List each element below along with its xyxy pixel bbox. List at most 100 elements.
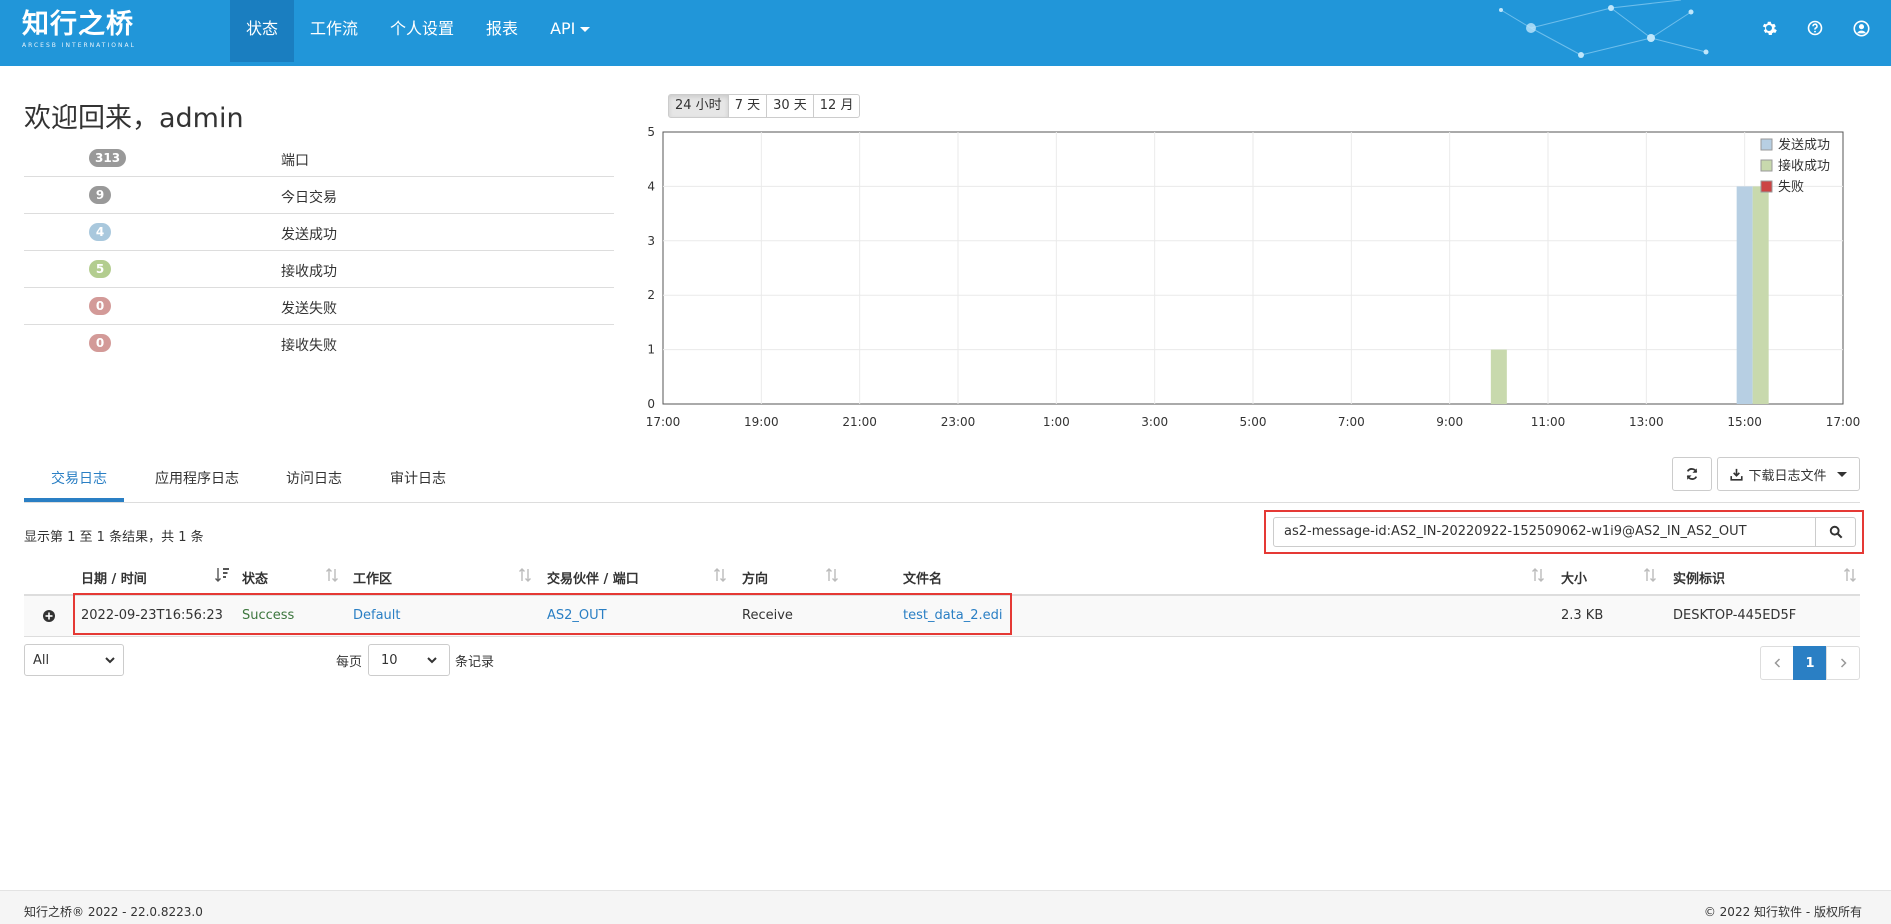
- search-highlight-box: as2-message-id:AS2_IN-20220922-152509062…: [1264, 510, 1864, 554]
- stat-label: 接收成功: [281, 264, 337, 280]
- stat-row-ports[interactable]: 313 端口: [24, 140, 614, 177]
- refresh-icon: [1686, 468, 1698, 480]
- nav-api[interactable]: API: [534, 0, 606, 62]
- status-filter-value: All: [33, 652, 50, 668]
- col-direction[interactable]: 方向: [742, 568, 768, 587]
- chart-x-tick-label: 7:00: [1338, 415, 1365, 429]
- sort-icon[interactable]: [1530, 566, 1546, 584]
- tab-audit-log[interactable]: 审计日志: [390, 468, 446, 488]
- chart-x-tick-label: 5:00: [1240, 415, 1267, 429]
- tab-access-log[interactable]: 访问日志: [286, 468, 342, 488]
- stats-list: 313 端口 9 今日交易 4 发送成功 5 接收成功 0 发送失败 0 接收失…: [24, 140, 614, 361]
- brand-name: 知行之桥: [22, 9, 134, 40]
- tab-transaction-log[interactable]: 交易日志: [51, 468, 107, 488]
- range-12m-button[interactable]: 12 月: [812, 94, 861, 118]
- gear-icon[interactable]: [1757, 16, 1781, 40]
- chart-bar: [1736, 186, 1753, 404]
- page-button[interactable]: 1: [1793, 646, 1827, 680]
- search-input[interactable]: as2-message-id:AS2_IN-20220922-152509062…: [1273, 517, 1816, 547]
- range-30d-button[interactable]: 30 天: [766, 94, 814, 118]
- nav-workflow[interactable]: 工作流: [294, 0, 374, 62]
- col-filename[interactable]: 文件名: [903, 568, 942, 587]
- nav-profile-label: 个人设置: [390, 19, 455, 38]
- range-24h-button[interactable]: 24 小时: [668, 94, 729, 118]
- expand-row-icon[interactable]: [42, 609, 56, 623]
- sort-icon[interactable]: [324, 566, 340, 584]
- stat-row-send-success[interactable]: 4 发送成功: [24, 214, 614, 251]
- chart-legend-swatch: [1760, 159, 1773, 172]
- chart-x-tick-label: 19:00: [744, 415, 779, 429]
- chart-x-tick-label: 11:00: [1531, 415, 1566, 429]
- tab-application-log[interactable]: 应用程序日志: [155, 468, 239, 488]
- stat-count-badge: 9: [89, 186, 111, 204]
- chart-y-tick-label: 2: [647, 288, 655, 302]
- table-row[interactable]: 2022-09-23T16:56:23 Success Default AS2_…: [24, 596, 1860, 637]
- sort-icon[interactable]: [517, 566, 533, 584]
- chart-x-tick-label: 21:00: [842, 415, 877, 429]
- caret-down-icon: [1836, 471, 1847, 477]
- stat-label: 发送失败: [281, 301, 337, 317]
- sort-icon[interactable]: [1642, 566, 1658, 584]
- cell-filename-link[interactable]: test_data_2.edi: [903, 608, 1003, 623]
- result-info: 显示第 1 至 1 条结果，共 1 条: [24, 530, 204, 545]
- per-page-select[interactable]: 10: [368, 644, 450, 676]
- stat-label: 端口: [281, 153, 309, 169]
- col-datetime[interactable]: 日期 / 时间: [81, 568, 147, 587]
- page-footer: 知行之桥® 2022 - 22.0.8223.0 © 2022 知行软件 - 版…: [0, 890, 1891, 924]
- download-log-button[interactable]: 下载日志文件: [1717, 457, 1860, 491]
- chart-y-tick-label: 0: [647, 397, 655, 411]
- table-header: 日期 / 时间 状态 工作区 交易伙伴 / 端口 方向 文件名 大小 实例标识: [24, 560, 1860, 596]
- chart-legend-label: 发送成功: [1778, 137, 1830, 153]
- search-button[interactable]: [1816, 517, 1856, 547]
- chart-y-tick-label: 3: [647, 234, 655, 248]
- col-status[interactable]: 状态: [242, 568, 268, 587]
- range-7d-button[interactable]: 7 天: [727, 94, 768, 118]
- pagination: 1: [1760, 646, 1860, 680]
- chevron-down-icon: [427, 656, 437, 663]
- chart-y-tick-label: 4: [647, 179, 655, 193]
- download-log-label: 下载日志文件: [1748, 468, 1827, 484]
- cell-datetime: 2022-09-23T16:56:23: [81, 608, 223, 623]
- per-page-suffix: 条记录: [455, 655, 495, 670]
- cell-partner-link[interactable]: AS2_OUT: [547, 608, 607, 623]
- brand-logo[interactable]: 知行之桥 ARCESB INTERNATIONAL: [22, 10, 136, 50]
- sort-desc-icon[interactable]: [214, 566, 230, 584]
- sort-icon[interactable]: [712, 566, 728, 584]
- refresh-button[interactable]: [1672, 457, 1712, 491]
- help-icon[interactable]: [1803, 16, 1827, 40]
- per-page-label: 每页: [336, 655, 363, 670]
- stat-row-receive-success[interactable]: 5 接收成功: [24, 251, 614, 288]
- stat-row-receive-failed[interactable]: 0 接收失败: [24, 325, 614, 361]
- nav-right-icons: [1757, 16, 1873, 40]
- col-partner-port[interactable]: 交易伙伴 / 端口: [547, 568, 639, 587]
- col-size[interactable]: 大小: [1561, 568, 1587, 587]
- chart-x-tick-label: 17:00: [1826, 415, 1860, 429]
- sort-icon[interactable]: [824, 566, 840, 584]
- sort-icon[interactable]: [1842, 566, 1858, 584]
- stat-count-badge: 5: [89, 260, 111, 278]
- chart-x-tick-label: 1:00: [1043, 415, 1070, 429]
- col-workspace[interactable]: 工作区: [353, 568, 392, 587]
- chart-bar: [1752, 186, 1769, 404]
- cell-size: 2.3 KB: [1561, 608, 1604, 623]
- nav-reports[interactable]: 报表: [470, 0, 534, 62]
- stat-label: 接收失败: [281, 338, 337, 354]
- col-instance-id[interactable]: 实例标识: [1673, 568, 1725, 587]
- next-page-button[interactable]: [1826, 646, 1860, 680]
- nav-status-label: 状态: [246, 19, 279, 38]
- chart-y-tick-label: 1: [647, 343, 655, 357]
- chart-y-tick-label: 5: [647, 125, 655, 139]
- stat-row-send-failed[interactable]: 0 发送失败: [24, 288, 614, 325]
- stat-row-today[interactable]: 9 今日交易: [24, 177, 614, 214]
- download-icon: [1730, 468, 1744, 481]
- user-icon[interactable]: [1849, 16, 1873, 40]
- cell-workspace-link[interactable]: Default: [353, 608, 401, 623]
- prev-page-button[interactable]: [1760, 646, 1794, 680]
- status-filter-select[interactable]: All: [24, 644, 124, 676]
- nav-profile[interactable]: 个人设置: [374, 0, 470, 62]
- stat-count-badge: 313: [89, 149, 127, 167]
- nav-status[interactable]: 状态: [230, 0, 295, 62]
- active-tab-indicator: [24, 498, 124, 502]
- chart-legend-label: 接收成功: [1778, 158, 1830, 174]
- caret-down-icon: [580, 27, 591, 32]
